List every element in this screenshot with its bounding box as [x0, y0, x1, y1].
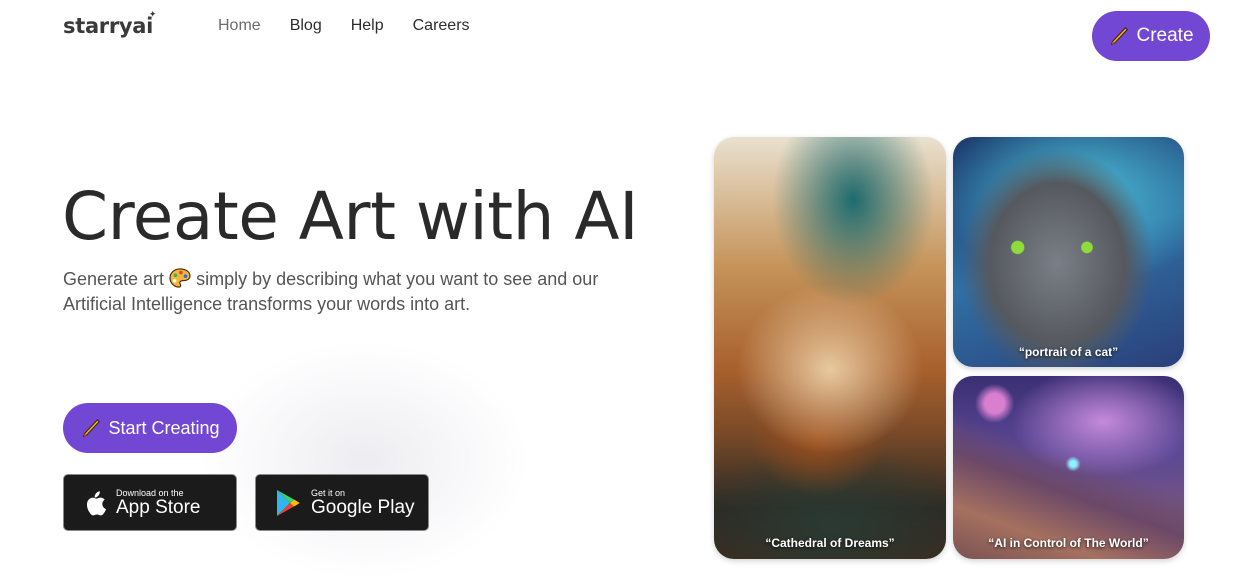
apple-icon — [86, 490, 106, 515]
gallery-card-cathedral[interactable]: “Cathedral of Dreams” — [714, 137, 946, 559]
google-play-big: Google Play — [311, 496, 415, 518]
gallery-card-world[interactable]: “AI in Control of The World” — [953, 376, 1184, 559]
nav-home[interactable]: Home — [218, 17, 261, 35]
google-play-icon — [277, 489, 300, 516]
start-creating-label: Start Creating — [108, 417, 220, 438]
nav-help[interactable]: Help — [351, 17, 384, 35]
app-store-big: App Store — [116, 496, 201, 518]
create-label: Create — [1136, 25, 1194, 46]
gallery-card-cat[interactable]: “portrait of a cat” — [953, 137, 1184, 367]
sparkle-icon: ✦ — [148, 10, 157, 20]
pencil-icon — [83, 418, 101, 438]
main-nav: Home Blog Help Careers — [218, 17, 470, 35]
create-button[interactable]: Create — [1092, 11, 1210, 61]
app-store-small: Download on the — [116, 487, 184, 498]
nav-blog[interactable]: Blog — [290, 17, 322, 35]
background-glow — [200, 340, 530, 580]
google-play-small: Get it on — [311, 487, 346, 498]
start-creating-button[interactable]: Start Creating — [63, 403, 237, 453]
google-play-text: Get it on Google Play — [311, 488, 415, 518]
gallery-caption: “AI in Control of The World” — [988, 536, 1149, 550]
hero-subtitle: Generate art simply by describing what y… — [63, 267, 623, 317]
subtitle-part1: Generate art — [63, 269, 165, 289]
artist-palette-icon — [169, 268, 191, 288]
hero-title: Create Art with AI — [62, 178, 639, 255]
gallery-caption: “portrait of a cat” — [1018, 345, 1119, 359]
app-store-button[interactable]: Download on the App Store — [63, 474, 237, 531]
starryai-logo[interactable]: starryai ✦ — [63, 10, 156, 38]
logo-text: starryai — [63, 14, 154, 38]
pencil-icon — [1111, 26, 1129, 46]
gallery-caption: “Cathedral of Dreams” — [765, 536, 895, 550]
nav-careers[interactable]: Careers — [413, 17, 470, 35]
app-store-text: Download on the App Store — [116, 488, 201, 518]
google-play-button[interactable]: Get it on Google Play — [255, 474, 429, 531]
